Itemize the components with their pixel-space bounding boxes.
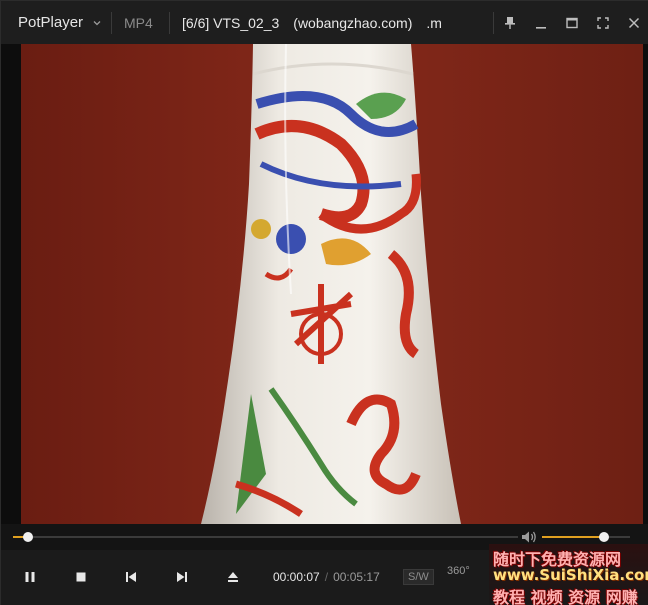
- stop-button[interactable]: [68, 562, 94, 592]
- close-button[interactable]: [618, 1, 648, 44]
- next-icon: [177, 572, 187, 582]
- total-time: 00:05:17: [333, 570, 380, 584]
- video-frame[interactable]: [21, 44, 643, 524]
- pause-button[interactable]: [17, 562, 43, 592]
- close-icon: [628, 17, 639, 28]
- pin-icon: [504, 16, 515, 29]
- app-menu-button[interactable]: PotPlayer: [1, 1, 111, 44]
- app-name: PotPlayer: [18, 14, 84, 31]
- watermark-tagline: 教程 视频 资源 网赚: [493, 588, 638, 605]
- eject-button[interactable]: [220, 562, 246, 592]
- current-time: 00:00:07: [273, 570, 320, 584]
- seek-handle[interactable]: [23, 532, 34, 542]
- watermark-url: www.SuiShiXia.com: [493, 566, 648, 584]
- vr-360-button[interactable]: 360°: [447, 565, 470, 577]
- time-separator: /: [324, 570, 329, 584]
- pause-icon: [25, 572, 35, 582]
- window-controls: [493, 1, 648, 44]
- eject-icon: [228, 572, 238, 582]
- previous-button[interactable]: [118, 562, 144, 592]
- minimize-icon: [535, 26, 546, 29]
- sw-decoder-button[interactable]: S/W: [403, 569, 434, 585]
- file-format-label: MP4: [124, 14, 153, 31]
- title-bar[interactable]: PotPlayer MP4 [6/6] VTS_02_3 (wobangzhao…: [1, 1, 648, 44]
- chevron-down-icon: [93, 20, 101, 25]
- porcelain-vase-video-image: [21, 44, 643, 524]
- previous-icon: [126, 572, 136, 582]
- fullscreen-button[interactable]: [587, 1, 618, 44]
- volume-level: [542, 536, 605, 538]
- volume-icon[interactable]: [520, 529, 538, 545]
- video-letterbox: [1, 44, 21, 524]
- time-display[interactable]: 00:00:07 / 00:05:17: [273, 570, 380, 584]
- player-window: PotPlayer MP4 [6/6] VTS_02_3 (wobangzhao…: [0, 0, 648, 605]
- maximize-button[interactable]: [556, 1, 587, 44]
- site-watermark: 随时下免费资源网 www.SuiShiXia.com 教程 视频 资源 网赚: [489, 544, 648, 605]
- seek-bar[interactable]: [13, 532, 518, 542]
- volume-handle[interactable]: [599, 532, 610, 542]
- window-title: [6/6] VTS_02_3 (wobangzhao.com) .m: [182, 14, 442, 31]
- pin-button[interactable]: [494, 1, 525, 44]
- stop-icon: [76, 572, 86, 582]
- next-button[interactable]: [169, 562, 195, 592]
- minimize-button[interactable]: [525, 1, 556, 44]
- maximize-icon: [565, 17, 578, 28]
- video-letterbox: [643, 44, 648, 524]
- volume-slider[interactable]: [542, 532, 630, 542]
- fullscreen-icon: [596, 16, 609, 29]
